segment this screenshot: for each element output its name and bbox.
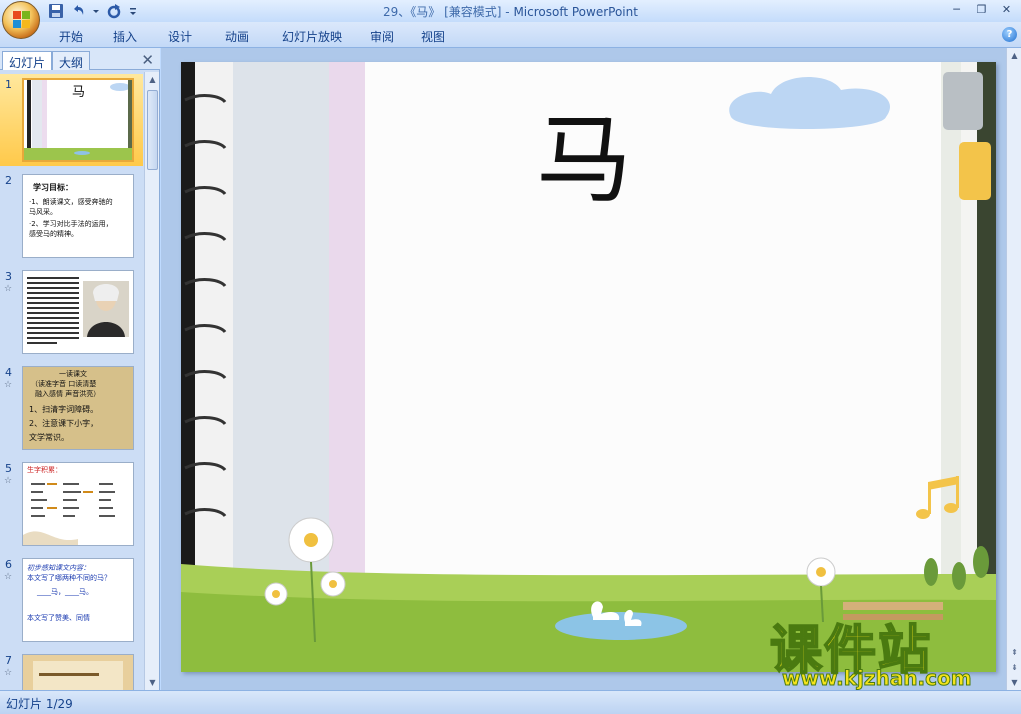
watermark-url: www.kjzhan.com [782,666,973,691]
slide-thumbnail-6[interactable]: 6 ☆ 初步感知课文内容： 本文写了哪两种不同的马？ ____马，____马。 … [0,554,143,646]
previous-slide-icon[interactable]: ⇞ [1007,645,1021,660]
tab-home[interactable]: 开始 [46,26,96,47]
tab-animations[interactable]: 动画 [206,26,268,47]
thumbnail-title: 马 [72,85,86,100]
slide-thumbnail-1[interactable]: 1 马 [0,74,143,166]
thumbnail-list: 1 马 2 学习目标： ·1、朗读课文，感受奔驰的 马风采。 ·2、学习对比手法… [0,72,143,690]
tab-outline[interactable]: 大纲 [52,51,91,70]
slide-title[interactable]: 马 [536,112,632,208]
slide-number: 6 [5,558,12,571]
slides-pane: 幻灯片 大纲 ✕ 1 马 2 学习目标： ·1、朗读课文，感受奔驰的 马风采。 … [0,48,160,690]
thumbnail-scrollbar[interactable]: ▲ ▼ [144,72,159,690]
tab-review[interactable]: 审阅 [356,26,408,47]
slide-number: 3 [5,270,12,283]
thumbnail-image [22,270,134,354]
thumbnail-image: 初步感知课文内容： 本文写了哪两种不同的马？ ____马，____马。 本文写了… [22,558,134,642]
scroll-down-icon[interactable]: ▼ [1007,675,1021,690]
window-title: 29、《马》 [兼容模式] - Microsoft PowerPoint [383,5,638,19]
slide-number: 2 [5,174,12,187]
tab-slide-show[interactable]: 幻灯片放映 [268,26,356,47]
thumbnail-image: 一读课文 （读准字音 口读清楚 融入感情 声音洪亮） 1、扫清字词障碍。 2、注… [22,366,134,450]
animation-star-icon: ☆ [4,668,13,678]
close-pane-icon[interactable]: ✕ [141,51,154,69]
close-button[interactable]: ✕ [994,1,1019,19]
minimize-button[interactable]: ─ [944,1,969,19]
tab-design[interactable]: 设计 [154,26,206,47]
animation-star-icon: ☆ [4,284,13,294]
slide-indicator: 幻灯片 1/29 [6,697,73,711]
scroll-thumb[interactable] [147,90,158,170]
thumbnail-image: 生字积累： [22,462,134,546]
tab-insert[interactable]: 插入 [96,26,154,47]
thumbnail-image: 马 [22,78,134,162]
tab-view[interactable]: 视图 [408,26,458,47]
slide-thumbnail-3[interactable]: 3 ☆ [0,266,143,358]
slide-canvas[interactable]: 马 [181,62,996,672]
slide-thumbnail-4[interactable]: 4 ☆ 一读课文 （读准字音 口读清楚 融入感情 声音洪亮） 1、扫清字词障碍。… [0,362,143,454]
editor-scrollbar[interactable]: ▲ ⇞ ⇟ ▼ [1006,48,1021,690]
scroll-up-icon[interactable]: ▲ [1007,48,1021,63]
animation-star-icon: ☆ [4,476,13,486]
tab-slides[interactable]: 幻灯片 [2,51,53,70]
scroll-up-icon[interactable]: ▲ [145,72,160,87]
help-icon[interactable]: ? [1002,27,1017,42]
restore-button[interactable]: ❐ [969,1,994,19]
slide-number: 7 [5,654,12,667]
slide-number: 4 [5,366,12,379]
scroll-down-icon[interactable]: ▼ [145,675,160,690]
slide-number: 1 [5,78,12,91]
slide-thumbnail-7[interactable]: 7 ☆ [0,650,143,690]
slide-number: 5 [5,462,12,475]
animation-star-icon: ☆ [4,380,13,390]
next-slide-icon[interactable]: ⇟ [1007,660,1021,675]
thumbnail-image [22,654,134,690]
status-bar: 幻灯片 1/29 [0,690,1021,714]
animation-star-icon: ☆ [4,572,13,582]
office-logo-icon [13,11,31,29]
slide-thumbnail-5[interactable]: 5 ☆ 生字积累： [0,458,143,550]
thumbnail-image: 学习目标： ·1、朗读课文，感受奔驰的 马风采。 ·2、学习对比手法的运用， 感… [22,174,134,258]
slide-thumbnail-2[interactable]: 2 学习目标： ·1、朗读课文，感受奔驰的 马风采。 ·2、学习对比手法的运用，… [0,170,143,262]
ribbon: 开始 插入 设计 动画 幻灯片放映 审阅 视图 ? [0,22,1021,48]
office-button[interactable] [2,1,40,39]
slide-editor: 马 [161,48,1006,690]
title-bar: 29、《马》 [兼容模式] - Microsoft PowerPoint ─ ❐… [0,0,1021,39]
